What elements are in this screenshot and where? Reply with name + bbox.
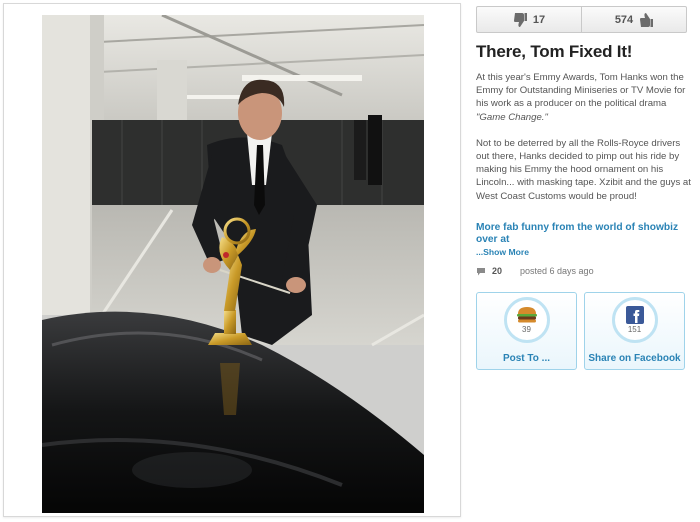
- facebook-icon: [625, 306, 644, 324]
- post-to-badge: 39: [503, 297, 550, 343]
- post-to-count: 39: [522, 325, 531, 334]
- vote-bar: 17 574: [476, 6, 687, 33]
- thumbs-up-icon: [640, 12, 654, 27]
- comment-count[interactable]: 20: [492, 266, 502, 276]
- more-funny-link[interactable]: More fab funny from the world of showbiz…: [476, 222, 691, 259]
- show-more-link[interactable]: ...Show More: [476, 247, 529, 257]
- main-photo-graphic: [42, 15, 424, 513]
- more-funny-link-text[interactable]: More fab funny from the world of showbiz…: [476, 222, 678, 245]
- thumbs-up-count: 574: [614, 13, 634, 26]
- article-paragraph-1: At this year's Emmy Awards, Tom Hanks wo…: [476, 71, 691, 124]
- article-paragraph-1-text: At this year's Emmy Awards, Tom Hanks wo…: [476, 72, 686, 110]
- thumbs-down-count: 17: [532, 13, 546, 26]
- burger-icon: [516, 307, 537, 323]
- thumbs-down-button[interactable]: 17: [477, 7, 581, 32]
- facebook-badge: 151: [611, 297, 658, 343]
- post-to-label[interactable]: Post To ...: [477, 353, 576, 364]
- article-paragraph-2: Not to be deterred by all the Rolls-Royc…: [476, 137, 691, 202]
- post-to-card[interactable]: 39 Post To ...: [476, 292, 577, 370]
- facebook-count: 151: [627, 325, 642, 334]
- facebook-label[interactable]: Share on Facebook: [585, 353, 684, 364]
- article-title: There, Tom Fixed It!: [476, 42, 633, 61]
- share-facebook-card[interactable]: 151 Share on Facebook: [584, 292, 685, 370]
- main-photo: [42, 15, 424, 513]
- article-body: At this year's Emmy Awards, Tom Hanks wo…: [476, 71, 691, 216]
- photo-frame: [3, 3, 461, 517]
- article-paragraph-1-italic: "Game Change.": [476, 111, 548, 123]
- comment-bubble-icon: [477, 267, 485, 275]
- thumbs-up-button[interactable]: 574: [581, 7, 686, 32]
- thumbs-down-icon: [513, 12, 527, 27]
- post-meta: 20 posted 6 days ago: [476, 266, 594, 276]
- posted-time: posted 6 days ago: [520, 266, 594, 276]
